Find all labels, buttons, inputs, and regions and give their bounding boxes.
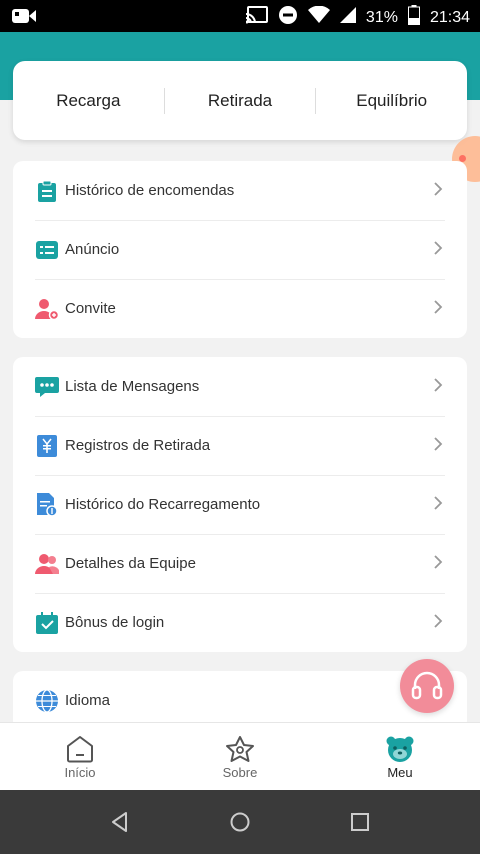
- withdraw-button[interactable]: Retirada: [165, 91, 316, 111]
- menu-item-label: Histórico de encomendas: [65, 182, 235, 199]
- clock: 21:34: [429, 8, 470, 26]
- menu-group-account: Lista de Mensagens Registros de Retirada…: [13, 357, 467, 652]
- menu-item-label: Lista de Mensagens: [65, 378, 200, 395]
- nav-label: Início: [64, 765, 96, 780]
- battery-icon: [407, 5, 420, 30]
- system-navigation-bar: [0, 790, 480, 854]
- team-icon: [35, 552, 59, 576]
- star-icon: [226, 736, 254, 762]
- menu-item-label: Detalhes da Equipe: [65, 555, 196, 572]
- bear-icon: [386, 736, 414, 762]
- menu-item-label: Idioma: [65, 692, 111, 709]
- withdraw-record-icon: [35, 434, 59, 458]
- chat-icon: [35, 375, 59, 399]
- menu-item-announcement[interactable]: Anúncio: [13, 220, 467, 279]
- nav-label: Sobre: [222, 765, 258, 780]
- camera-icon: [12, 7, 36, 30]
- menu-item-messages[interactable]: Lista de Mensagens: [13, 357, 467, 416]
- clipboard-icon: [35, 179, 59, 203]
- menu-item-label: Convite: [65, 300, 116, 317]
- chevron-right-icon: [434, 555, 443, 569]
- back-icon[interactable]: [109, 811, 131, 833]
- chevron-right-icon: [434, 241, 443, 255]
- menu-item-invite[interactable]: Convite: [13, 279, 467, 338]
- cast-icon: [245, 6, 268, 29]
- nav-about[interactable]: Sobre: [160, 723, 320, 790]
- nav-label: Meu: [387, 765, 413, 780]
- wifi-icon: [307, 5, 330, 29]
- headset-icon: [411, 671, 443, 700]
- home-icon: [67, 736, 93, 763]
- chevron-right-icon: [434, 300, 443, 314]
- battery-percent: 31%: [365, 8, 398, 26]
- menu-item-order-history[interactable]: Histórico de encomendas: [13, 161, 467, 220]
- menu-item-label: Registros de Retirada: [65, 437, 211, 454]
- menu-item-label: Anúncio: [65, 241, 120, 258]
- recents-icon[interactable]: [349, 811, 371, 833]
- menu-item-recharge-history[interactable]: Histórico do Recarregamento: [13, 475, 467, 534]
- menu-item-label: Histórico do Recarregamento: [65, 496, 261, 513]
- wallet-actions-card: Recarga Retirada Equilíbrio: [13, 61, 467, 140]
- customer-service-button[interactable]: [400, 659, 454, 713]
- calendar-check-icon: [35, 611, 59, 635]
- bottom-navigation: Início Sobre Meu: [0, 722, 480, 790]
- menu-item-withdraw-records[interactable]: Registros de Retirada: [13, 416, 467, 475]
- nav-home[interactable]: Início: [0, 723, 160, 790]
- recharge-history-icon: [35, 492, 59, 517]
- menu-item-label: Bônus de login: [65, 614, 165, 631]
- nav-me[interactable]: Meu: [320, 723, 480, 790]
- status-bar: 31% 21:34: [0, 0, 480, 32]
- chevron-right-icon: [434, 378, 443, 392]
- invite-user-icon: [35, 297, 59, 321]
- globe-icon: [35, 688, 59, 713]
- chevron-right-icon: [434, 437, 443, 451]
- recharge-button[interactable]: Recarga: [13, 91, 164, 111]
- balance-button[interactable]: Equilíbrio: [316, 91, 467, 111]
- do-not-disturb-icon: [278, 5, 298, 30]
- menu-item-team-details[interactable]: Detalhes da Equipe: [13, 534, 467, 593]
- chevron-right-icon: [434, 182, 443, 196]
- chevron-right-icon: [434, 614, 443, 628]
- home-button-icon[interactable]: [229, 811, 251, 833]
- menu-group-orders: Histórico de encomendas Anúncio Convite: [13, 161, 467, 338]
- announcement-icon: [35, 238, 59, 262]
- signal-icon: [339, 7, 356, 28]
- menu-item-login-bonus[interactable]: Bônus de login: [13, 593, 467, 652]
- chevron-right-icon: [434, 496, 443, 510]
